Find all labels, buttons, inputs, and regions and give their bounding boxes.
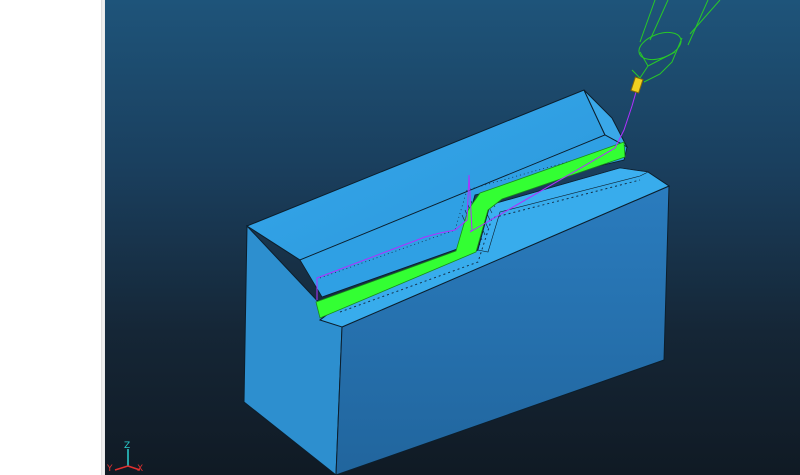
axis-triad[interactable]: Z X Y	[106, 441, 143, 474]
tool-holder	[631, 0, 721, 83]
x-axis-label: X	[137, 464, 143, 474]
cutting-tool[interactable]	[630, 0, 721, 94]
scene-svg: Z X Y	[106, 0, 721, 475]
left-panel	[0, 0, 101, 475]
y-axis-line	[114, 465, 129, 471]
z-axis-label: Z	[124, 441, 130, 451]
y-axis-label: Y	[106, 464, 113, 474]
tool-tip	[630, 76, 644, 94]
machined-block[interactable]	[243, 89, 671, 475]
3d-viewport[interactable]: Z X Y	[105, 0, 800, 475]
